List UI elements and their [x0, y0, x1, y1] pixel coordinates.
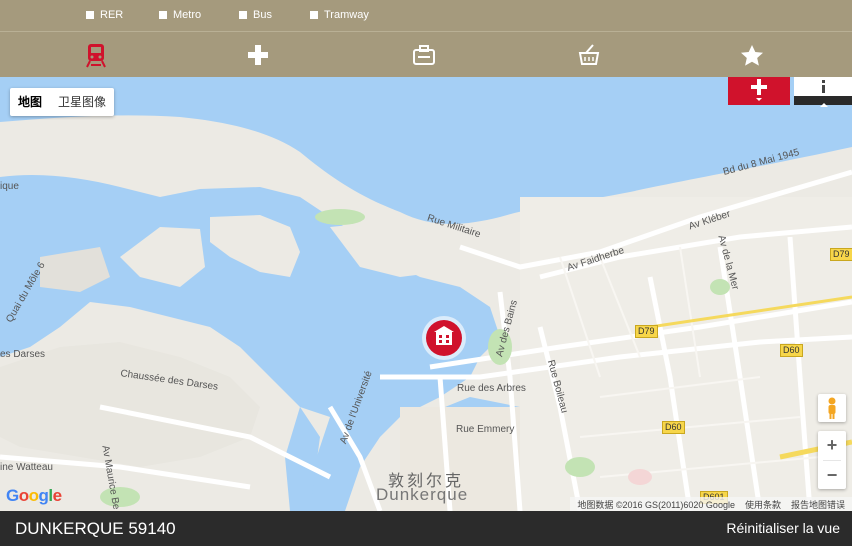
info-button[interactable] — [794, 77, 852, 107]
pegman-icon — [828, 397, 836, 419]
category-favorites[interactable] — [737, 40, 767, 70]
report-error-link[interactable]: 报告地图错误 — [791, 498, 845, 511]
category-bar — [0, 31, 852, 77]
category-health[interactable] — [243, 40, 273, 70]
road-badge: D60 — [662, 421, 685, 434]
add-button[interactable] — [728, 77, 790, 105]
map-attribution: 地图数据 ©2016 GS(2011)6020 Google 使用条款 报告地图… — [570, 497, 852, 511]
health-cross-icon — [248, 45, 268, 65]
map-canvas[interactable]: Rue Militaire Av Faidherbe Av Kléber Av … — [0, 77, 852, 511]
train-icon — [86, 44, 106, 68]
street-label: ine Watteau — [0, 462, 53, 473]
map-base — [0, 77, 852, 511]
map-type-map-button[interactable]: 地图 — [10, 88, 50, 116]
briefcase-icon — [413, 45, 435, 65]
checkbox-icon[interactable] — [310, 11, 318, 19]
category-shopping[interactable] — [574, 40, 604, 70]
star-icon — [741, 44, 763, 66]
chevron-up-icon — [820, 103, 828, 107]
street-label: Rue Emmery — [456, 424, 515, 435]
zoom-in-button[interactable]: + — [818, 431, 846, 460]
filter-bus[interactable]: Bus — [239, 9, 272, 21]
street-label: ique — [0, 181, 19, 192]
zoom-out-button[interactable]: − — [818, 461, 846, 490]
plus-icon — [751, 79, 767, 101]
category-transport[interactable] — [81, 40, 111, 70]
checkbox-icon[interactable] — [159, 11, 167, 19]
checkbox-icon[interactable] — [239, 11, 247, 19]
footer-bar: DUNKERQUE 59140 Réinitialiser la vue — [0, 511, 852, 546]
map-type-satellite-button[interactable]: 卫星图像 — [50, 88, 114, 116]
city-name: DUNKERQUE 59140 — [15, 519, 176, 538]
info-tab-indicator — [794, 96, 852, 107]
terms-link[interactable]: 使用条款 — [745, 498, 781, 511]
shopping-basket-icon — [578, 44, 600, 65]
category-business[interactable] — [409, 40, 439, 70]
street-label: Rue des Arbres — [457, 383, 526, 394]
zoom-control: + − — [818, 431, 846, 489]
reset-view-link[interactable]: Réinitialiser la vue — [726, 520, 840, 536]
google-logo[interactable]: Google — [6, 486, 62, 506]
transport-filter-bar: RER Metro Bus Tramway — [0, 0, 852, 31]
filter-rer[interactable]: RER — [86, 9, 123, 21]
map-type-control: 地图 卫星图像 — [10, 88, 115, 116]
map-data-text: 地图数据 ©2016 GS(2011)6020 Google — [577, 499, 735, 510]
road-badge: D60 — [780, 344, 803, 357]
road-badge: D79 — [635, 325, 658, 338]
filter-metro[interactable]: Metro — [159, 9, 201, 21]
road-badge: D79 — [830, 248, 852, 261]
city-label-fr: Dunkerque — [376, 485, 469, 504]
checkbox-icon[interactable] — [86, 11, 94, 19]
street-label: es Darses — [0, 349, 46, 360]
street-view-button[interactable] — [818, 394, 846, 422]
filter-tramway[interactable]: Tramway — [310, 9, 369, 21]
